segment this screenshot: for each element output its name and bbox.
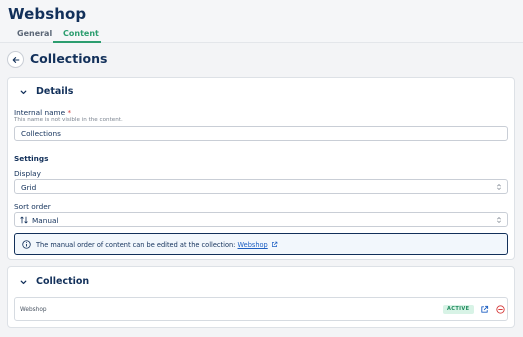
external-link-icon[interactable] xyxy=(480,305,489,314)
collection-card: Collection Webshop ACTIVE xyxy=(7,266,515,328)
internal-name-hint: This name is not visible in the content. xyxy=(14,117,123,123)
sort-order-select[interactable]: Manual xyxy=(14,212,508,227)
collection-row[interactable]: Webshop ACTIVE xyxy=(14,297,508,321)
back-button[interactable] xyxy=(7,51,24,68)
active-tab-indicator xyxy=(53,41,101,43)
display-select-value: Grid xyxy=(21,183,37,192)
external-link-icon[interactable] xyxy=(271,241,278,248)
chevron-updown-icon xyxy=(497,217,501,223)
settings-label: Settings xyxy=(14,154,49,163)
display-select[interactable]: Grid xyxy=(14,179,508,194)
internal-name-input[interactable] xyxy=(14,126,508,141)
app-header: Webshop General Content xyxy=(0,0,523,43)
chevron-down-icon[interactable] xyxy=(19,88,28,97)
details-title: Details xyxy=(36,86,74,97)
internal-name-label-text: Internal name xyxy=(14,108,66,117)
collection-name: Webshop xyxy=(20,307,47,313)
internal-name-label: Internal name * xyxy=(14,108,71,117)
sort-order-select-value: Manual xyxy=(32,216,59,225)
webshop-collection-link[interactable]: Webshop xyxy=(238,241,268,249)
tab-general[interactable]: General xyxy=(17,29,52,38)
notice-text: The manual order of content can be edite… xyxy=(36,241,278,249)
display-label: Display xyxy=(14,169,41,178)
arrow-left-icon xyxy=(12,56,19,63)
app-title: Webshop xyxy=(8,5,87,23)
info-icon xyxy=(22,240,31,249)
notice-message: The manual order of content can be edite… xyxy=(36,241,236,249)
sort-order-label: Sort order xyxy=(14,202,51,211)
required-mark: * xyxy=(67,108,72,117)
page-title: Collections xyxy=(30,51,108,66)
tab-content[interactable]: Content xyxy=(63,29,99,38)
chevron-updown-icon xyxy=(497,184,501,190)
manual-order-notice: The manual order of content can be edite… xyxy=(14,233,508,255)
chevron-down-icon[interactable] xyxy=(19,278,28,287)
collection-title: Collection xyxy=(36,276,90,287)
remove-icon[interactable] xyxy=(496,305,505,314)
sort-arrows-icon xyxy=(20,216,28,224)
status-badge: ACTIVE xyxy=(443,305,474,314)
details-card: Details Internal name * This name is not… xyxy=(7,77,515,260)
